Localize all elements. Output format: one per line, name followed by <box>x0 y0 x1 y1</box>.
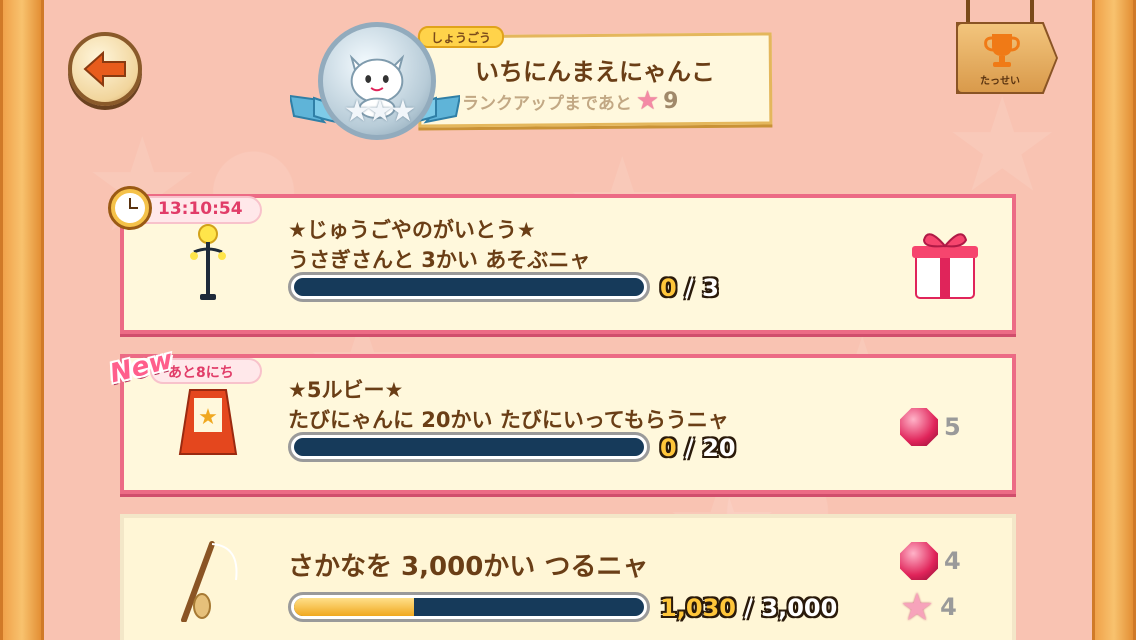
player-title: いちにんまえにゃんこ <box>475 58 715 86</box>
ruby-icon <box>900 408 938 446</box>
ruby-reward: 5 <box>900 408 961 446</box>
mission-progress-bar <box>288 272 650 302</box>
ruby-reward: 4 <box>900 542 961 580</box>
mission-progress-text: 0 / 3 <box>660 274 719 302</box>
svg-text:★: ★ <box>198 405 218 430</box>
mission-progress-text: 1,030 / 3,000 <box>660 594 838 622</box>
reward-amount: 5 <box>944 413 961 441</box>
mission-title: ★じゅうごやのがいとう★ <box>288 218 536 242</box>
reward-amount: 4 <box>944 547 961 575</box>
left-wood-frame <box>0 0 44 640</box>
back-arrow-icon <box>83 50 126 88</box>
gift-box-icon[interactable] <box>910 226 980 302</box>
street-lamp-icon <box>190 224 226 300</box>
mission-description: たびにゃんに 20かい たびにいってもらうニャ <box>288 408 729 432</box>
ruby-icon <box>900 542 938 580</box>
mission-description: うさぎさんと 3かい あそぶニャ <box>288 248 591 272</box>
mission-title: ★5ルビー★ <box>288 378 404 402</box>
rank-up-count: 9 <box>663 88 679 114</box>
rank-up-label: ランクアップまであと <box>462 93 632 114</box>
easel-sign-icon: ★ <box>178 389 238 455</box>
pink-star-icon: ★ <box>635 86 660 116</box>
clock-icon <box>108 186 152 230</box>
mission-progress-text: 0 / 20 <box>660 434 736 462</box>
mission-title: さかなを 3,000かい つるニャ <box>288 552 649 582</box>
star-reward: ★ 4 <box>900 588 957 626</box>
back-button[interactable] <box>68 32 142 106</box>
rank-up-info: ランクアップまであと ★ 9 <box>462 86 732 116</box>
title-tag: しょうごう <box>418 26 504 48</box>
mission-progress-bar <box>288 592 650 622</box>
reward-amount: 4 <box>940 593 957 621</box>
pink-star-icon: ★ <box>900 585 935 629</box>
trophy-icon <box>984 34 1020 67</box>
mission-progress-bar <box>288 432 650 462</box>
mission-timer: 13:10:54 <box>158 199 243 219</box>
right-wood-frame <box>1092 0 1136 640</box>
achievement-label: たっせい <box>980 76 1020 87</box>
fishing-rod-icon <box>181 541 238 622</box>
medal-stars: ★★★ <box>343 94 417 129</box>
